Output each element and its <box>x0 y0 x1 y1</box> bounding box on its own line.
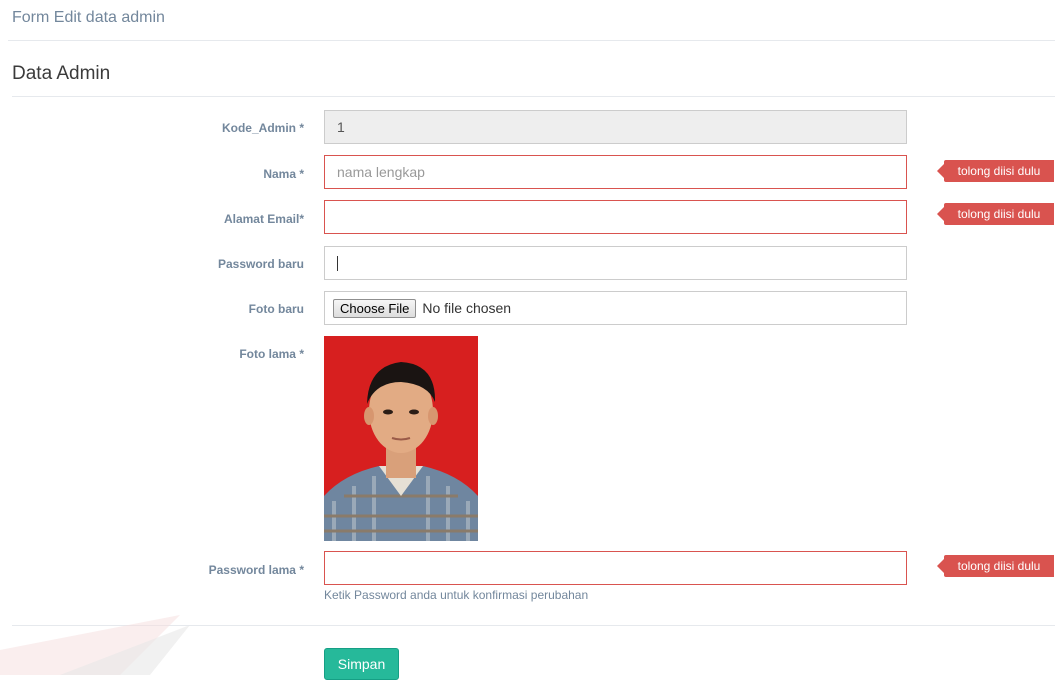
admin-photo <box>324 336 478 541</box>
page-title: Form Edit data admin <box>12 9 165 26</box>
kode-admin-value: 1 <box>337 119 345 135</box>
password-lama-label: Password lama * <box>208 563 304 577</box>
section-title: Data Admin <box>12 63 111 84</box>
watermark-shape <box>0 615 190 675</box>
kode-admin-field: 1 <box>324 110 907 144</box>
section-divider <box>12 96 1055 97</box>
foto-lama-label: Foto lama * <box>239 347 304 361</box>
nama-error-badge: tolong diisi dulu <box>937 160 1054 182</box>
foto-baru-file-input[interactable]: Choose File No file chosen <box>324 291 907 325</box>
save-button[interactable]: Simpan <box>324 648 399 680</box>
email-input[interactable] <box>324 200 907 234</box>
admin-photo-image <box>324 336 478 541</box>
nama-input[interactable]: nama lengkap <box>324 155 907 189</box>
kode-admin-label: Kode_Admin * <box>221 121 304 135</box>
password-lama-help: Ketik Password anda untuk konfirmasi per… <box>324 588 589 602</box>
email-error-badge: tolong diisi dulu <box>937 203 1054 225</box>
foto-baru-label: Foto baru <box>248 302 304 316</box>
watermark-logo <box>0 610 200 680</box>
text-caret <box>337 255 338 271</box>
header-divider <box>8 40 1055 41</box>
file-status: No file chosen <box>422 300 512 316</box>
choose-file-button[interactable]: Choose File <box>333 298 417 318</box>
password-baru-input[interactable] <box>324 246 907 280</box>
nama-label: Nama * <box>263 167 304 181</box>
password-lama-input[interactable] <box>324 551 907 585</box>
email-label: Alamat Email* <box>223 212 304 226</box>
password-lama-error-badge: tolong diisi dulu <box>937 555 1054 577</box>
nama-placeholder: nama lengkap <box>337 164 425 180</box>
password-baru-label: Password baru <box>217 257 304 271</box>
